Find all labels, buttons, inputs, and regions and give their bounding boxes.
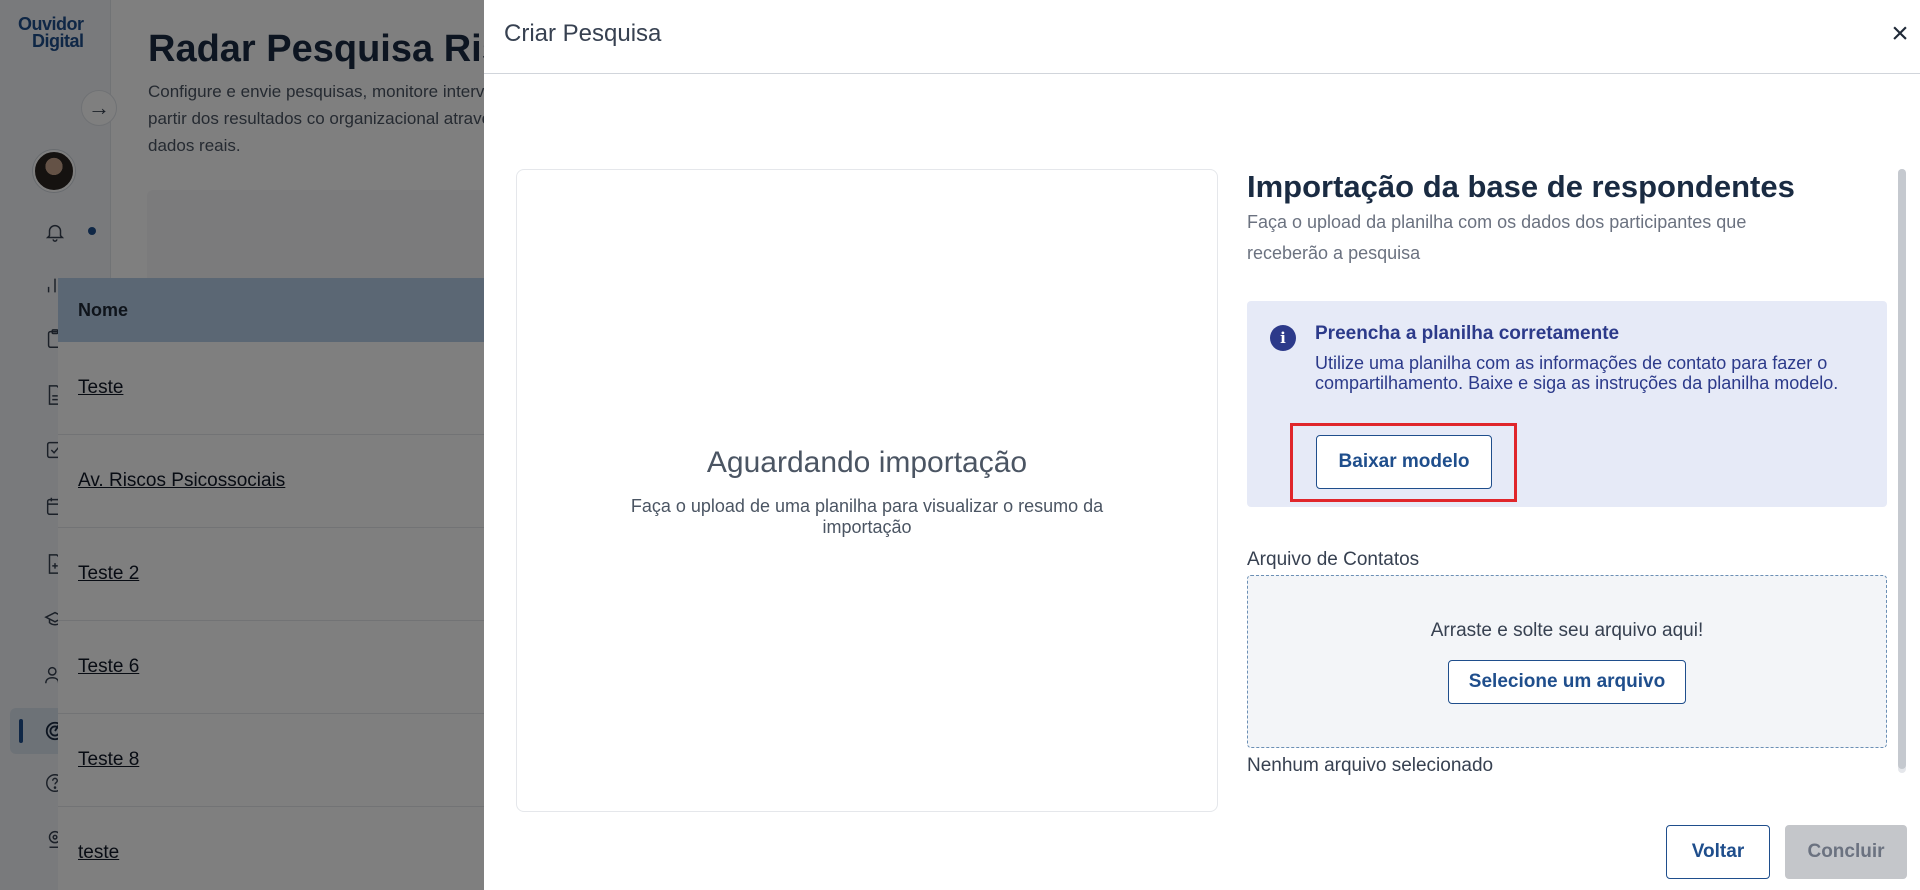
info-text: Utilize uma planilha com as informações … — [1315, 353, 1839, 393]
import-description: Faça o upload da planilha com os dados d… — [1247, 212, 1747, 263]
drawer-header: Criar Pesquisa × — [484, 0, 1920, 74]
file-status: Nenhum arquivo selecionado — [1247, 755, 1494, 776]
file-label: Arquivo de Contatos — [1247, 549, 1420, 570]
create-survey-drawer: Criar Pesquisa × Aguardando importação F… — [484, 0, 1920, 890]
scrollbar-thumb[interactable] — [1898, 169, 1906, 769]
import-section: Importação da base de respondentes Faça … — [1247, 169, 1887, 776]
drop-text: Arraste e solte seu arquivo aqui! — [1430, 620, 1704, 641]
scrollbar[interactable] — [1898, 169, 1906, 773]
info-icon: i — [1270, 325, 1296, 351]
drawer-title: Criar Pesquisa — [504, 20, 662, 47]
download-template-button[interactable]: Baixar modelo — [1316, 435, 1492, 489]
file-dropzone[interactable]: Arraste e solte seu arquivo aqui! Seleci… — [1247, 575, 1887, 748]
info-box: i Preencha a planilha corretamente Utili… — [1247, 301, 1887, 507]
import-title: Importação da base de respondentes — [1247, 169, 1795, 204]
preview-subtitle: Faça o upload de uma planilha para visua… — [630, 496, 1104, 537]
preview-title: Aguardando importação — [706, 446, 1028, 479]
back-button[interactable]: Voltar — [1666, 825, 1770, 879]
close-icon[interactable]: × — [1884, 17, 1916, 50]
import-preview-panel: Aguardando importação Faça o upload de u… — [516, 169, 1218, 812]
select-file-button[interactable]: Selecione um arquivo — [1448, 660, 1686, 704]
info-title: Preencha a planilha corretamente — [1315, 323, 1620, 344]
finish-button[interactable]: Concluir — [1785, 825, 1907, 879]
